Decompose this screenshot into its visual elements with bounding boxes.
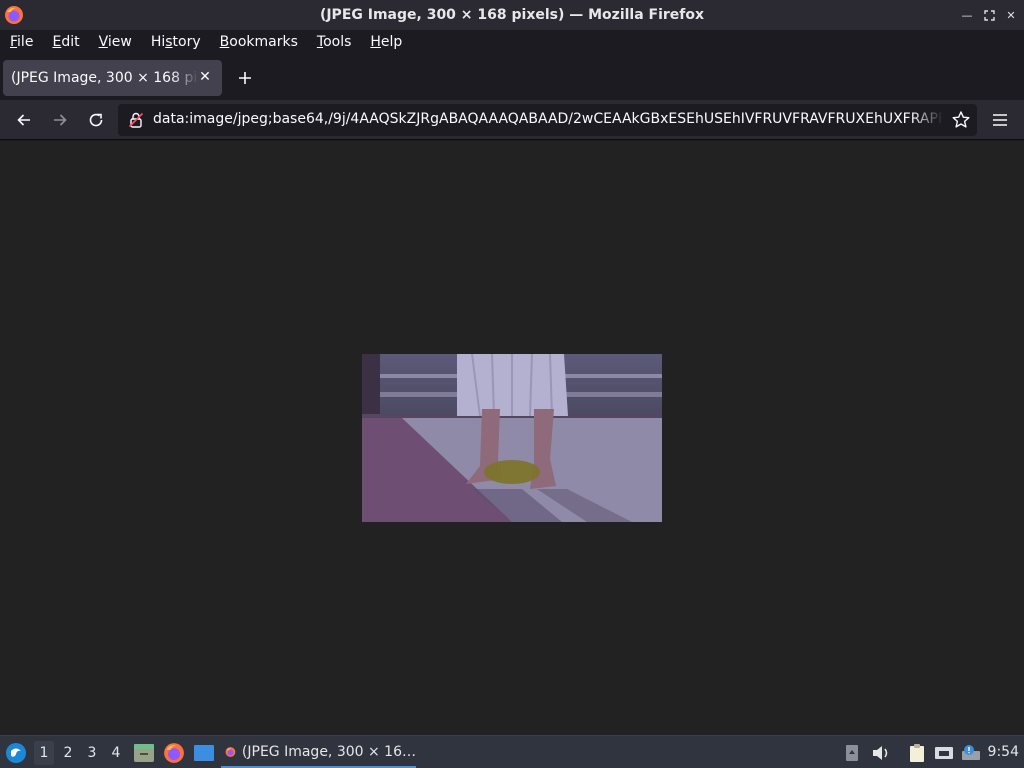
workspace-2[interactable]: 2 [58,741,78,765]
taskbar-clock[interactable]: 9:54 [988,744,1019,760]
desktop-launcher[interactable] [192,741,216,765]
taskbar-window-firefox[interactable]: (JPEG Image, 300 × 16… [221,737,416,768]
volume-icon [873,746,888,760]
firefox-icon [5,6,23,24]
firefox-icon [225,746,236,757]
url-text[interactable]: data:image/jpeg;base64,/9j/4AAQSkZJRgABA… [153,111,943,127]
menu-help[interactable]: Help [364,34,408,50]
distro-logo-icon [6,743,26,763]
arrow-up-box-icon [846,745,858,761]
minimize-icon[interactable]: — [960,7,974,23]
url-bar[interactable]: data:image/jpeg;base64,/9j/4AAQSkZJRgABA… [118,104,977,136]
file-manager-launcher[interactable] [132,741,156,765]
tray-updates[interactable] [843,741,861,765]
back-button[interactable] [10,106,38,134]
close-icon[interactable]: ✕ [1004,7,1018,23]
page-content [0,141,1024,735]
bookmark-star-icon[interactable] [951,110,971,130]
window-titlebar: (JPEG Image, 300 × 168 pixels) — Mozilla… [0,0,1024,30]
tray-volume[interactable] [870,741,892,765]
tab-close-icon[interactable]: ✕ [197,69,213,85]
menu-tools[interactable]: Tools [311,34,358,50]
notification-info-icon [962,745,980,760]
maximize-icon[interactable] [982,7,996,23]
menu-bookmarks[interactable]: Bookmarks [214,34,304,50]
navigation-toolbar: data:image/jpeg;base64,/9j/4AAQSkZJRgABA… [0,100,1024,140]
workspace-1[interactable]: 1 [34,741,54,765]
arrow-right-icon [54,114,67,126]
clipboard-icon [910,744,924,762]
tab-jpeg-image[interactable]: (JPEG Image, 300 × 168 pixels) ✕ [3,60,222,96]
workspace-4[interactable]: 4 [106,741,126,765]
hamburger-menu-icon[interactable] [988,108,1012,132]
tab-label: (JPEG Image, 300 × 168 pixels) [11,70,199,86]
forward-button[interactable] [46,106,74,134]
workspace-3[interactable]: 3 [82,741,102,765]
reload-button[interactable] [82,106,110,134]
plus-icon [239,72,251,84]
menu-view[interactable]: View [93,34,138,50]
firefox-icon [164,743,184,763]
start-menu-button[interactable] [4,741,28,765]
menu-file[interactable]: File [4,34,39,50]
reload-icon [89,113,103,127]
system-taskbar: 1 2 3 4 (JPEG Image, 300 × 16… 9:54 [0,735,1024,768]
menu-bar: File Edit View History Bookmarks Tools H… [0,30,1024,54]
file-manager-icon [134,744,154,762]
menu-edit[interactable]: Edit [46,34,85,50]
tray-network[interactable] [933,741,955,765]
network-wired-icon [935,747,953,759]
insecure-lock-icon[interactable] [128,112,144,128]
arrow-left-icon [17,114,30,126]
window-title: (JPEG Image, 300 × 168 pixels) — Mozilla… [319,7,705,23]
new-tab-button[interactable] [234,67,256,89]
tab-bar: (JPEG Image, 300 × 168 pixels) ✕ [0,54,1024,100]
jpeg-image[interactable] [362,354,662,522]
firefox-launcher[interactable] [162,741,186,765]
menu-history[interactable]: History [145,34,207,50]
show-desktop-icon [194,745,214,761]
taskbar-window-label: (JPEG Image, 300 × 16… [241,743,416,760]
tray-clipboard[interactable] [906,741,928,765]
window-controls: — ✕ [960,7,1018,23]
tray-notifications[interactable] [960,741,982,765]
